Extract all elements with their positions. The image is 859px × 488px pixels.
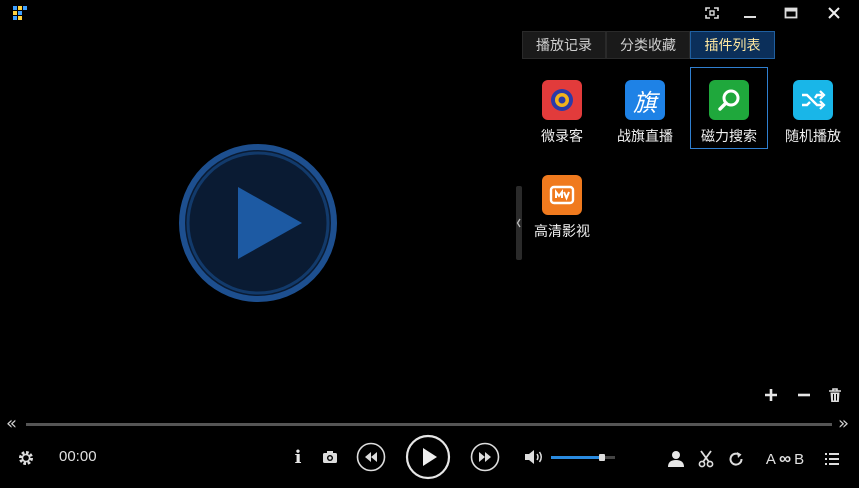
close-icon[interactable] (821, 2, 847, 24)
volume-slider[interactable] (551, 454, 615, 461)
remove-icon[interactable] (795, 386, 813, 404)
playlist-icon[interactable] (822, 450, 842, 468)
add-icon[interactable] (762, 386, 780, 404)
plugin-magnet-search[interactable]: 磁力搜索 (690, 67, 768, 149)
seek-back-icon[interactable]: « (6, 413, 17, 434)
plugin-hd-movies[interactable]: 高清影视 (523, 163, 601, 245)
rewind-icon[interactable] (356, 442, 386, 472)
ab-b-label: B (794, 450, 805, 468)
volume-knob[interactable] (599, 454, 606, 461)
magnifier-icon (709, 80, 749, 120)
plugin-label: 随机播放 (785, 129, 841, 145)
play-button[interactable] (405, 434, 451, 480)
plugin-random-play[interactable]: 随机播放 (774, 68, 852, 150)
camera-icon[interactable] (320, 448, 340, 466)
progress-bar[interactable] (26, 423, 832, 426)
ab-repeat-button[interactable]: A ∞ B (756, 449, 814, 469)
fullscreen-mode-icon[interactable] (699, 2, 725, 24)
info-icon[interactable]: i (290, 446, 306, 468)
user-icon[interactable] (666, 449, 686, 469)
plugin-weiluke[interactable]: 微录客 (523, 68, 601, 150)
maximize-icon[interactable] (778, 2, 804, 24)
minimize-icon[interactable] (737, 2, 763, 24)
tab-plugin-list[interactable]: 插件列表 (690, 31, 775, 59)
scissors-icon[interactable] (696, 449, 716, 469)
plugin-zhanqi-live[interactable]: 旗 战旗直播 (606, 68, 684, 150)
app-logo-icon[interactable] (12, 5, 28, 21)
tab-favorites[interactable]: 分类收藏 (606, 31, 690, 59)
ab-a-label: A (765, 450, 776, 468)
plugin-label: 战旗直播 (617, 129, 673, 145)
gear-icon[interactable] (15, 447, 37, 469)
plugin-label: 磁力搜索 (701, 129, 757, 145)
tab-play-history[interactable]: 播放记录 (522, 31, 606, 59)
camera-lens-icon (542, 80, 582, 120)
volume-level (551, 456, 603, 459)
panel-collapse-handle[interactable] (516, 186, 522, 260)
plugin-label: 高清影视 (534, 224, 590, 240)
shuffle-icon (793, 80, 833, 120)
ab-loop-label: ∞ (778, 449, 792, 468)
fast-forward-icon[interactable] (470, 442, 500, 472)
big-play-icon[interactable] (176, 143, 340, 303)
trash-icon[interactable] (826, 386, 844, 404)
time-display: 00:00 (59, 448, 97, 465)
repeat-icon[interactable] (726, 449, 746, 469)
flag-char-icon: 旗 (625, 80, 665, 120)
mango-tv-icon (542, 175, 582, 215)
volume-icon[interactable] (522, 447, 546, 467)
seek-forward-icon[interactable]: » (838, 413, 849, 434)
plugin-label: 微录客 (541, 129, 583, 145)
